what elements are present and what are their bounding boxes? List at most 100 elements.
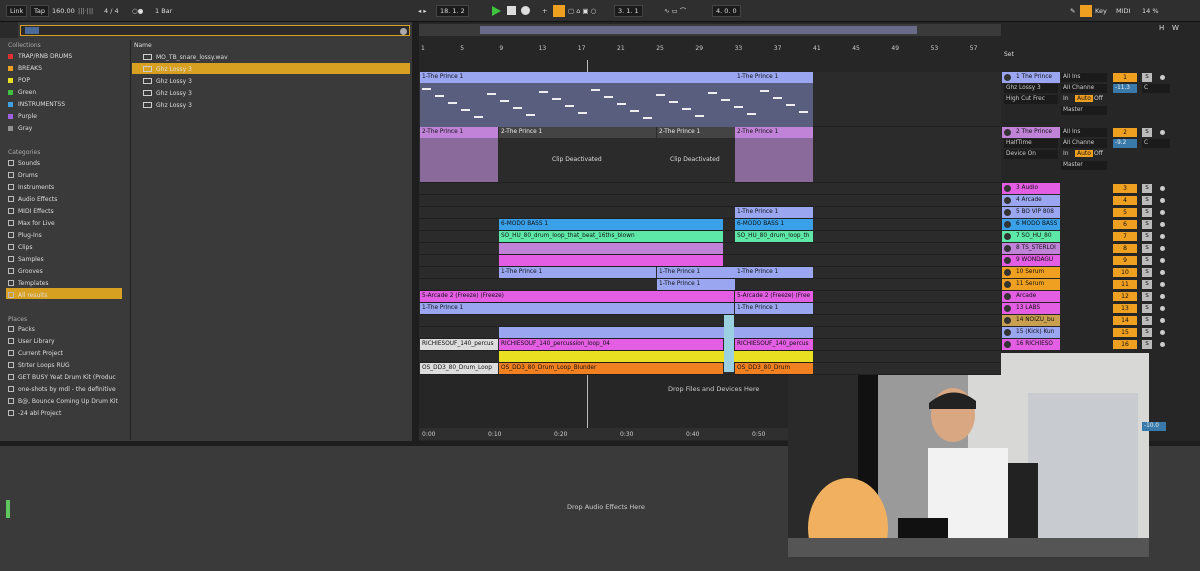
loop-start-field[interactable]: 3. 1. 1 (614, 5, 643, 17)
input-type-select[interactable]: All Ins (1061, 128, 1107, 137)
track-play-icon[interactable] (1004, 305, 1011, 312)
clip[interactable]: 6-MODO BASS 1 (499, 219, 723, 230)
solo-button[interactable]: S (1142, 268, 1152, 277)
track-play-icon[interactable] (1004, 281, 1011, 288)
place-item[interactable]: one-shots by mdl - the definitive (8, 386, 116, 393)
clip[interactable]: 1-The Prince 1 (735, 207, 813, 218)
arm-button[interactable] (1160, 294, 1165, 299)
track-number-activator[interactable]: 12 (1113, 292, 1137, 301)
clip[interactable] (499, 327, 813, 338)
clip[interactable]: RICHIESOUF_140_percussion_loop_04 (499, 339, 723, 350)
track-header[interactable]: 3 Audio (1002, 183, 1060, 194)
collection-item[interactable]: INSTRUMENTSS (8, 101, 65, 108)
clip[interactable]: RICHIESOUF_140_percus (735, 339, 813, 350)
browser-toggle-icon[interactable] (0, 22, 18, 38)
track-number-activator[interactable]: 7 (1113, 232, 1137, 241)
arm-button[interactable] (1160, 306, 1165, 311)
track-header[interactable]: 9 WONDAGU (1002, 255, 1060, 266)
track-number-activator[interactable]: 10 (1113, 268, 1137, 277)
file-item[interactable]: Ghz Lossy 3 (143, 102, 192, 109)
category-item[interactable]: Drums (8, 172, 38, 179)
midi-clip-body[interactable] (735, 138, 813, 182)
solo-button[interactable]: S (1142, 316, 1152, 325)
monitor-off[interactable]: Off (1094, 150, 1103, 157)
arm-button[interactable] (1160, 75, 1165, 80)
link-button[interactable]: Link (6, 5, 28, 17)
arm-button[interactable] (1160, 330, 1165, 335)
file-item[interactable]: Ghz Lossy 3 (143, 66, 192, 73)
collection-item[interactable]: POP (8, 77, 30, 84)
track-number-activator[interactable]: 9 (1113, 256, 1137, 265)
track-play-icon[interactable] (1004, 293, 1011, 300)
category-item[interactable]: Plug-Ins (8, 232, 42, 239)
arm-button[interactable] (1160, 282, 1165, 287)
quantize-select[interactable]: 1 Bar (155, 5, 172, 17)
monitor-in[interactable]: In (1063, 95, 1069, 102)
clip[interactable]: SO_HU_80_drum_loop_that_beat_16ths_blown (499, 231, 723, 242)
back-arrow-icon[interactable]: ◂ ▸ (418, 5, 427, 17)
place-item[interactable]: GET BUSY Yeat Drum Kit (Produc (8, 374, 116, 381)
track-header[interactable]: 11 Serum (1002, 279, 1060, 290)
track-play-icon[interactable] (1004, 233, 1011, 240)
meter-field[interactable]: 4 / 4 (104, 5, 119, 17)
category-item[interactable]: Max for Live (8, 220, 55, 227)
volume-field[interactable]: -9.2 (1113, 139, 1137, 148)
volume-field[interactable]: -11.3 (1113, 84, 1137, 93)
output-select[interactable]: Master (1061, 106, 1107, 115)
solo-button[interactable]: S (1142, 292, 1152, 301)
track-header[interactable]: 6 MODO BASS (1002, 219, 1060, 230)
track-number-activator[interactable]: 1 (1113, 73, 1137, 82)
monitor-auto[interactable]: Auto (1075, 150, 1093, 157)
track-number-activator[interactable]: 14 (1113, 316, 1137, 325)
category-item[interactable]: Instruments (8, 184, 54, 191)
track-play-icon[interactable] (1004, 129, 1011, 136)
category-item[interactable]: Sounds (8, 160, 40, 167)
loop-length-field[interactable]: 4. 0. 0 (712, 5, 741, 17)
input-type-select[interactable]: All Ins (1061, 73, 1107, 82)
arm-button[interactable] (1160, 130, 1165, 135)
arm-button[interactable] (1160, 342, 1165, 347)
clip[interactable]: OS_DD3_80_Drum_Loop_Blunder (499, 363, 723, 374)
file-item[interactable]: Ghz Lossy 3 (143, 90, 192, 97)
arm-button[interactable] (1160, 222, 1165, 227)
track-number-activator[interactable]: 2 (1113, 128, 1137, 137)
track-header[interactable]: 15 (Kick) Kun (1002, 327, 1060, 338)
clip[interactable]: 1-The Prince 1 (735, 303, 813, 314)
arm-button[interactable] (1160, 270, 1165, 275)
clip[interactable]: OS_DD3_80_Drum_Loop (420, 363, 498, 374)
solo-button[interactable]: S (1142, 256, 1152, 265)
overview-selection[interactable] (480, 26, 917, 34)
clip[interactable] (499, 255, 723, 266)
monitor-auto[interactable]: Auto (1075, 95, 1093, 102)
track-header[interactable]: 16 RICHIESO (1002, 339, 1060, 350)
output-select[interactable]: Master (1061, 161, 1107, 170)
arm-button[interactable] (1160, 198, 1165, 203)
track-header[interactable]: 5 BO VIP 808 (1002, 207, 1060, 218)
track-play-icon[interactable] (1004, 185, 1011, 192)
category-item[interactable]: Templates (8, 280, 49, 287)
play-button[interactable] (492, 6, 501, 16)
track-header[interactable]: 7 SO_HU_80 (1002, 231, 1060, 242)
solo-button[interactable]: S (1142, 220, 1152, 229)
collection-item[interactable]: TRAP/RNB DRUMS (8, 53, 72, 60)
clip[interactable]: 2-The Prince 1 (420, 127, 498, 138)
place-item[interactable]: Current Project (8, 350, 63, 357)
stop-button[interactable] (507, 6, 516, 15)
track-header[interactable]: 10 Serum (1002, 267, 1060, 278)
track-number-activator[interactable]: 16 (1113, 340, 1137, 349)
midi-clip-body[interactable] (420, 83, 813, 127)
clip[interactable]: 2-The Prince 1 (499, 127, 656, 138)
clip[interactable]: 1-The Prince 1 (735, 267, 813, 278)
clip[interactable]: 2-The Prince 1 (657, 127, 735, 138)
solo-button[interactable]: S (1142, 184, 1152, 193)
clip[interactable]: 1-The Prince 1 (499, 267, 656, 278)
monitor-in[interactable]: In (1063, 150, 1069, 157)
category-item[interactable]: All results (8, 292, 47, 299)
collection-item[interactable]: BREAKS (8, 65, 42, 72)
device-chooser[interactable]: HalfTime (1004, 139, 1058, 148)
midi-map-button[interactable]: MIDI (1116, 5, 1130, 17)
category-item[interactable]: Audio Effects (8, 196, 57, 203)
clip[interactable] (499, 351, 813, 362)
track-number-activator[interactable]: 5 (1113, 208, 1137, 217)
solo-button[interactable]: S (1142, 196, 1152, 205)
